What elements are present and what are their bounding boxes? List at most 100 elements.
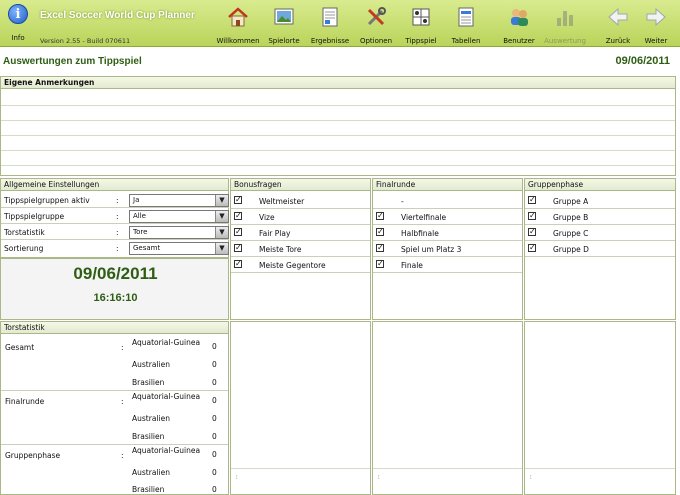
stats-team: Brasilien — [132, 485, 165, 494]
group-row[interactable]: ✓ Gruppe B — [525, 209, 675, 225]
toolbar-label: Spielorte — [268, 37, 300, 45]
clock-panel: 09/06/2011 16:16:10 — [0, 258, 229, 320]
notes-panel[interactable]: Eigene Anmerkungen — [0, 76, 676, 176]
group-row[interactable]: ✓ Gruppe D — [525, 241, 675, 257]
stats-value: 0 — [212, 342, 217, 351]
checkbox[interactable]: ✓ — [234, 228, 242, 236]
tools-icon — [364, 5, 388, 29]
goal-stats-panel: Torstatistik Gesamt : Aquatorial-Guinea … — [0, 321, 229, 495]
final-round-row[interactable]: ✓ Finale — [373, 257, 522, 273]
final-round-row[interactable]: ✓ Viertelfinale — [373, 209, 522, 225]
stats-colon: : — [121, 343, 124, 352]
setting-row: Tippspielgruppe : Alle ▼ — [1, 209, 229, 224]
bonus-row[interactable]: ✓ Meiste Tore — [231, 241, 370, 257]
checkbox[interactable]: ✓ — [376, 260, 384, 268]
info-button[interactable]: i Info — [2, 4, 34, 42]
chevron-down-icon[interactable]: ▼ — [215, 195, 228, 206]
toolbar-label: Optionen — [359, 37, 393, 45]
checkbox[interactable]: ✓ — [528, 228, 536, 236]
group-row[interactable]: ✓ Gruppe A — [525, 193, 675, 209]
toolbar-label: Willkommen — [216, 37, 260, 45]
stats-value: 0 — [212, 414, 217, 423]
checkbox[interactable]: ✓ — [528, 196, 536, 204]
stats-team: Australien — [132, 414, 170, 423]
group-label: Gruppe B — [553, 213, 589, 222]
toolbar-button-auswertung[interactable]: Auswertung — [541, 5, 589, 45]
checkbox[interactable]: ✓ — [234, 260, 242, 268]
setting-label: Torstatistik — [4, 228, 45, 237]
vertical-marker-icon: ··· — [376, 474, 383, 480]
chevron-down-icon[interactable]: ▼ — [215, 243, 228, 254]
vertical-marker-icon: ··· — [234, 474, 241, 480]
checkbox[interactable]: ✓ — [528, 212, 536, 220]
stats-team: Brasilien — [132, 378, 165, 387]
arrow-left-icon — [606, 5, 630, 29]
toolbar-button-spielorte[interactable]: Spielorte — [260, 5, 308, 45]
setting-label: Tippspielgruppe — [4, 212, 65, 221]
bonus-label: Weltmeister — [259, 197, 305, 206]
checkbox[interactable]: ✓ — [376, 228, 384, 236]
note-line — [1, 150, 675, 151]
setting-colon: : — [116, 228, 119, 237]
clock-time: 16:16:10 — [93, 292, 138, 304]
table-icon — [454, 5, 478, 29]
toolbar-button-weiter[interactable]: Weiter — [632, 5, 680, 45]
group-label: Gruppe D — [553, 245, 589, 254]
clock-date: 09/06/2011 — [73, 264, 158, 283]
checkbox[interactable]: ✓ — [376, 212, 384, 220]
checkbox[interactable]: ✓ — [376, 244, 384, 252]
stats-divider — [1, 444, 228, 445]
checkbox[interactable]: ✓ — [234, 244, 242, 252]
stats-section-label: Gruppenphase — [5, 451, 61, 460]
stats-value: 0 — [212, 396, 217, 405]
group-phase-panel: Gruppenphase ✓ Gruppe A ✓ Gruppe B ✓ Gruppe… — [524, 178, 676, 320]
checkbox[interactable]: ✓ — [234, 196, 242, 204]
bonus-label: Vize — [259, 213, 275, 222]
setting-dropdown[interactable]: Alle ▼ — [129, 210, 229, 223]
grid-icon — [409, 5, 433, 29]
setting-dropdown[interactable]: Ja ▼ — [129, 194, 229, 207]
stats-value: 0 — [212, 485, 217, 494]
toolbar: i Info Excel Soccer World Cup Planner Ve… — [0, 0, 680, 47]
toolbar-button-benutzer[interactable]: Benutzer — [495, 5, 543, 45]
bonus-row[interactable]: ✓ Vize — [231, 209, 370, 225]
toolbar-button-willkommen[interactable]: Willkommen — [214, 5, 262, 45]
house-icon — [226, 5, 250, 29]
bonus-title: Bonusfragen — [231, 179, 370, 191]
final-round-title: Finalrunde — [373, 179, 522, 191]
toolbar-label: Tabellen — [451, 37, 481, 45]
panel-divider — [373, 468, 522, 469]
final-round-row[interactable]: ✓ Halbfinale — [373, 225, 522, 241]
final-round-label: Halbfinale — [401, 229, 439, 238]
toolbar-button-tippspiel[interactable]: Tippspiel — [397, 5, 445, 45]
note-line — [1, 165, 675, 166]
checkbox[interactable]: ✓ — [234, 212, 242, 220]
toolbar-button-optionen[interactable]: Optionen — [352, 5, 400, 45]
setting-dropdown[interactable]: Tore ▼ — [129, 226, 229, 239]
setting-label: Tippspielgruppen aktiv — [4, 196, 90, 205]
bonus-row[interactable]: ✓ Meiste Gegentore — [231, 257, 370, 273]
panel-divider — [525, 468, 675, 469]
bonus-stats-panel: ··· — [230, 321, 371, 495]
bonus-row[interactable]: ✓ Weltmeister — [231, 193, 370, 209]
stats-team: Australien — [132, 360, 170, 369]
arrow-right-icon — [644, 5, 668, 29]
dropdown-value: Ja — [133, 196, 140, 204]
stats-value: 0 — [212, 378, 217, 387]
checkbox[interactable]: ✓ — [528, 244, 536, 252]
toolbar-button-ergebnisse[interactable]: Ergebnisse — [306, 5, 354, 45]
page-title: Auswertungen zum Tippspiel — [3, 56, 142, 67]
toolbar-button-tabellen[interactable]: Tabellen — [442, 5, 490, 45]
stats-colon: : — [121, 451, 124, 460]
setting-dropdown[interactable]: Gesamt ▼ — [129, 242, 229, 255]
stats-value: 0 — [212, 468, 217, 477]
setting-row: Sortierung : Gesamt ▼ — [1, 241, 229, 256]
stats-team: Australien — [132, 468, 170, 477]
toolbar-label: Tippspiel — [405, 37, 437, 45]
group-row[interactable]: ✓ Gruppe C — [525, 225, 675, 241]
chevron-down-icon[interactable]: ▼ — [215, 227, 228, 238]
chevron-down-icon[interactable]: ▼ — [215, 211, 228, 222]
final-round-panel: Finalrunde - ✓ Viertelfinale ✓ Halbfinale … — [372, 178, 523, 320]
final-round-row[interactable]: ✓ Spiel um Platz 3 — [373, 241, 522, 257]
bonus-row[interactable]: ✓ Fair Play — [231, 225, 370, 241]
